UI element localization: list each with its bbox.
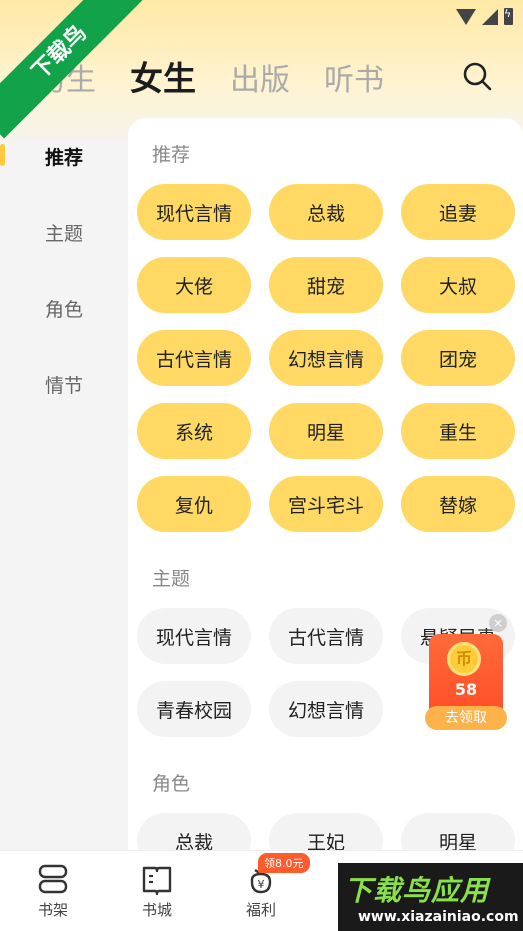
watermark-url: www.xiazainiao.com [358,909,519,925]
tag-pill[interactable]: 幻想言情 [269,681,383,737]
tag-pill[interactable]: 团宠 [401,330,515,386]
coin-icon: 币 [447,642,481,676]
floating-reward-widget[interactable]: 币 58 去领取 × [425,614,507,732]
tab-female[interactable]: 女生 [130,52,196,100]
claim-reward-button[interactable]: 去领取 [425,706,507,730]
section-title-theme: 主题 [152,568,191,590]
tag-pill[interactable]: 明星 [401,813,515,850]
tag-pill[interactable]: 现代言情 [137,608,251,664]
tag-pill[interactable]: 大叔 [401,257,515,313]
watermark-title: 下载鸟应用 [344,874,490,907]
tag-pill[interactable]: 明星 [269,403,383,459]
tag-pill[interactable]: 现代言情 [137,184,251,240]
tag-pill[interactable]: 青春校园 [137,681,251,737]
category-sidebar: 推荐 主题 角色 情节 [0,118,128,422]
tag-pill[interactable]: 总裁 [137,813,251,850]
tag-pill[interactable]: 古代言情 [137,330,251,386]
sidebar-item-recommend[interactable]: 推荐 [0,118,128,194]
tag-pill[interactable]: 重生 [401,403,515,459]
nav-bookstore[interactable]: 书城 [127,863,187,920]
nav-bookshelf[interactable]: 书架 [23,863,83,920]
tag-pill[interactable]: 系统 [137,403,251,459]
section-title-recommend: 推荐 [152,144,191,166]
tab-publish[interactable]: 出版 [230,55,290,99]
reward-badge: 领8.0元 [258,853,310,873]
reward-amount: 58 [454,680,478,699]
nav-label-bookshelf: 书架 [37,901,68,919]
search-button[interactable] [461,60,493,92]
nav-label-welfare: 福利 [245,901,276,919]
section-title-role: 角色 [152,773,191,795]
bookshelf-icon [38,864,68,894]
tab-audiobook[interactable]: 听书 [324,55,384,99]
tag-pill[interactable]: 甜宠 [269,257,383,313]
book-icon [142,866,172,896]
tag-pill[interactable]: 大佬 [137,257,251,313]
tag-pill[interactable]: 追妻 [401,184,515,240]
tag-panel: 推荐 现代言情 总裁 追妻 大佬 甜宠 大叔 古代言情 幻想言情 团宠 系统 明… [128,118,523,850]
tag-pill[interactable]: 宫斗宅斗 [269,476,383,532]
role-tag-grid: 总裁 王妃 明星 [128,813,523,850]
gender-tabs: 男生 女生 出版 听书 [36,52,418,100]
tag-pill[interactable]: 复仇 [137,476,251,532]
tag-pill[interactable]: 幻想言情 [269,330,383,386]
tag-pill[interactable]: 古代言情 [269,608,383,664]
search-icon [463,62,492,91]
sidebar-item-plot[interactable]: 情节 [0,346,128,422]
signal-icon [482,8,498,25]
tag-pill[interactable]: 总裁 [269,184,383,240]
recommend-tag-grid: 现代言情 总裁 追妻 大佬 甜宠 大叔 古代言情 幻想言情 团宠 系统 明星 重… [128,184,523,532]
close-icon[interactable]: × [489,614,507,632]
wifi-icon [456,8,476,25]
svg-text:¥: ¥ [258,878,265,891]
watermark-logo: 下载鸟应用 www.xiazainiao.com [338,863,523,931]
sidebar-item-role[interactable]: 角色 [0,270,128,346]
sidebar-item-theme[interactable]: 主题 [0,194,128,270]
tag-pill[interactable]: 王妃 [269,813,383,850]
tag-pill[interactable]: 替嫁 [401,476,515,532]
nav-label-bookstore: 书城 [141,901,172,919]
battery-charging-icon [504,7,513,25]
